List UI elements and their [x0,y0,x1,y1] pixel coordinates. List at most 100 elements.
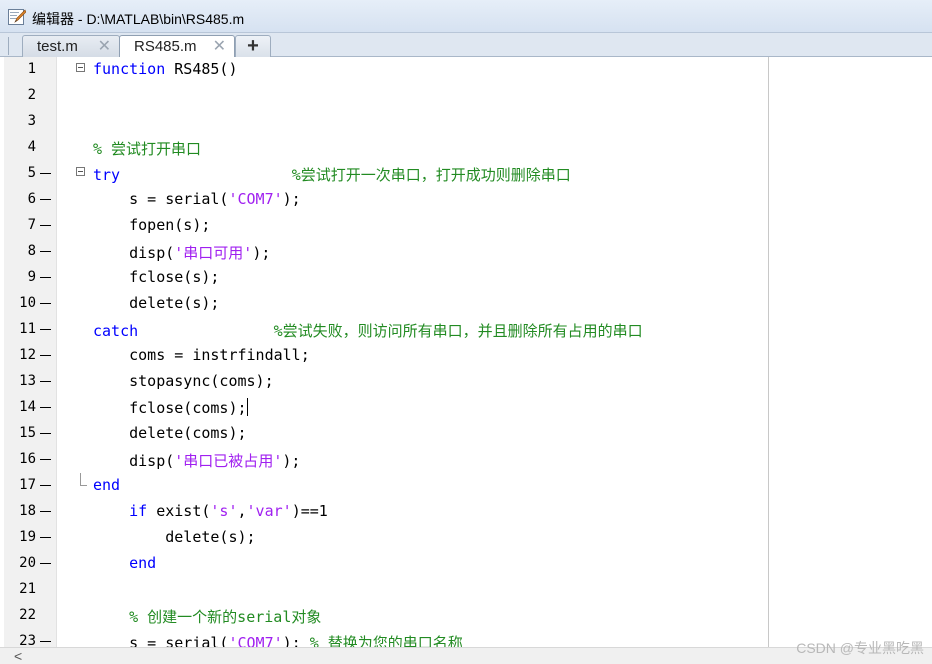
line-number: 20 [19,555,36,571]
code-token: disp( [93,452,175,470]
line-number: 1 [27,61,36,77]
code-token: exist( [147,502,211,520]
line-number: 19 [19,529,36,545]
code-token: 's' [210,502,238,520]
code-line[interactable]: 5 try %尝试打开一次串口，打开成功则删除串口 [0,161,932,187]
code-token: function [93,60,166,78]
code-token: disp( [93,244,175,262]
code-text: delete(coms); [93,424,247,442]
breakpoint-marker[interactable] [40,537,51,538]
code-line[interactable]: 22 % 创建一个新的serial对象 [0,603,932,629]
breakpoint-marker[interactable] [40,433,51,434]
watermark: CSDN @专业黑吃黑 [796,640,924,656]
code-line[interactable]: 14 fclose(coms); [0,395,932,421]
breakpoint-marker[interactable] [40,641,51,642]
code-text: function RS485() [93,60,238,78]
breakpoint-marker[interactable] [40,303,51,304]
code-token: coms = instrfindall; [93,346,310,364]
code-token: end [93,476,121,494]
code-token: fclose(s); [93,268,220,286]
code-text: delete(s); [93,294,219,312]
breakpoint-marker[interactable] [40,485,51,486]
code-text: fclose(s); [93,268,219,286]
line-number: 13 [19,373,36,389]
code-line[interactable]: 10 delete(s); [0,291,932,317]
fold-collapse-icon[interactable] [76,167,85,176]
code-line[interactable]: 8 disp('串口可用'); [0,239,932,265]
breakpoint-marker[interactable] [40,459,51,460]
scroll-left-arrow-icon[interactable]: < [14,648,22,664]
window-title: 编辑器 - D:\MATLAB\bin\RS485.m [32,11,245,27]
code-line[interactable]: 4 % 尝试打开串口 [0,135,932,161]
breakpoint-marker[interactable] [40,277,51,278]
code-token: 'COM7' [228,190,283,208]
code-token: stopasync(coms); [93,372,274,390]
code-line[interactable]: 9 fclose(s); [0,265,932,291]
close-icon[interactable]: ✕ [213,36,226,56]
code-line[interactable]: 23 s = serial('COM7'); % 替换为您的串口名称 [0,629,932,647]
code-token: , [237,502,247,520]
code-token: delete(coms); [93,424,247,442]
code-line[interactable]: 3 [0,109,932,135]
code-text: disp('串口已被占用'); [93,450,300,471]
code-text: if exist('s','var')==1 [93,502,328,520]
close-icon[interactable]: ✕ [98,36,111,56]
breakpoint-marker[interactable] [40,381,51,382]
code-token: %尝试失败，则访问所有串口，并且删除所有占用的串口 [273,322,643,340]
line-number: 16 [19,451,36,467]
breakpoint-marker[interactable] [40,511,51,512]
fold-collapse-icon[interactable] [76,63,85,72]
code-token: ); [252,244,271,262]
code-line[interactable]: 19 delete(s); [0,525,932,551]
line-number: 23 [19,633,36,647]
code-token: )==1 [291,502,328,520]
code-line[interactable]: 18 if exist('s','var')==1 [0,499,932,525]
line-number: 9 [27,269,36,285]
breakpoint-marker[interactable] [40,563,51,564]
line-number: 4 [27,139,36,155]
code-line[interactable]: 21 [0,577,932,603]
code-line[interactable]: 1 function RS485() [0,57,932,83]
code-token: ); [282,190,301,208]
code-line[interactable]: 7 fopen(s); [0,213,932,239]
breakpoint-marker[interactable] [40,251,51,252]
code-text: s = serial('COM7'); % 替换为您的串口名称 [93,632,463,647]
code-line[interactable]: 17 end [0,473,932,499]
breakpoint-marker[interactable] [40,355,51,356]
horizontal-scrollbar[interactable]: < [0,647,932,664]
code-editor[interactable]: 1 function RS485() 2 3 4% 尝试打开串口 5 try %尝试打开一次… [0,57,932,647]
code-line[interactable]: 20 end [0,551,932,577]
code-line[interactable]: 15 delete(coms); [0,421,932,447]
code-text: fopen(s); [93,216,210,234]
breakpoint-marker[interactable] [40,173,51,174]
line-number: 22 [19,607,36,623]
code-line[interactable]: 13 stopasync(coms); [0,369,932,395]
tab-test-m[interactable]: test.m ✕ [22,35,120,57]
breakpoint-marker[interactable] [40,407,51,408]
code-token: s = serial( [93,634,229,647]
breakpoint-marker[interactable] [40,225,51,226]
code-line[interactable]: 12 coms = instrfindall; [0,343,932,369]
code-line[interactable]: 16 disp('串口已被占用'); [0,447,932,473]
code-token: s = serial( [93,190,229,208]
line-number: 18 [19,503,36,519]
breakpoint-marker[interactable] [40,329,51,330]
code-token: 'var' [246,502,292,520]
tab-label: test.m [37,38,78,55]
code-token: '串口已被占用' [174,452,283,470]
line-number: 12 [19,347,36,363]
code-token: RS485() [165,60,238,78]
code-line[interactable]: 2 [0,83,932,109]
line-number: 11 [19,321,36,337]
code-line[interactable]: 11 catch %尝试失败，则访问所有串口，并且删除所有占用的串口 [0,317,932,343]
line-number: 5 [27,165,36,181]
add-tab-button[interactable]: + [235,35,271,57]
breakpoint-marker[interactable] [40,199,51,200]
code-line[interactable]: 6 s = serial('COM7'); [0,187,932,213]
line-number: 10 [19,295,36,311]
tab-rs485-m[interactable]: RS485.m ✕ [119,35,235,58]
